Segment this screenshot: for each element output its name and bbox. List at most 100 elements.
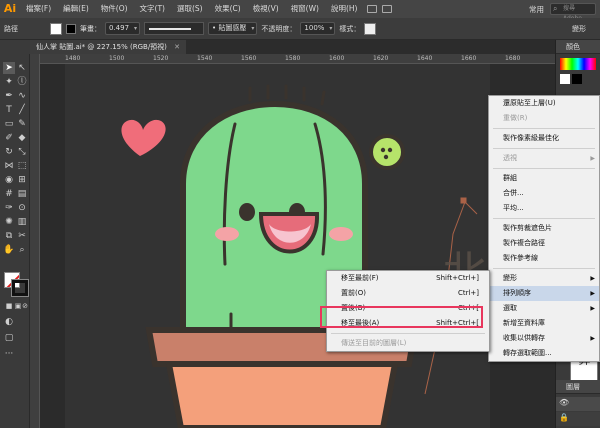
artboard-tool-icon[interactable]: ⧉ bbox=[3, 230, 15, 242]
workspace-switcher[interactable]: 常用 bbox=[529, 4, 544, 15]
fill-stroke-widget[interactable] bbox=[4, 272, 29, 297]
layer-row[interactable]: 👁 bbox=[556, 397, 600, 411]
opacity-field[interactable]: 100% bbox=[300, 22, 336, 35]
canvas[interactable]: 北鼻 bbox=[40, 64, 555, 428]
direct-selection-tool-icon[interactable]: ↖ bbox=[16, 62, 28, 74]
stroke-weight-field[interactable]: 0.497 bbox=[105, 22, 141, 35]
menu-option: 重做(R) bbox=[489, 111, 599, 126]
menu-option-label: 置前(O) bbox=[341, 289, 366, 297]
highlight-annotation bbox=[320, 306, 483, 328]
curvature-tool-icon[interactable]: ∿ bbox=[16, 90, 28, 102]
close-tab-icon[interactable]: ✕ bbox=[174, 43, 180, 51]
eraser-tool-icon[interactable]: ◆ bbox=[16, 132, 28, 144]
stroke-label: 筆畫： bbox=[80, 24, 101, 33]
menu-option[interactable]: 轉存選取範圍... bbox=[489, 346, 599, 361]
gradient-tool-icon[interactable]: ▤ bbox=[16, 188, 28, 200]
zoom-tool-icon[interactable]: ⌕ bbox=[16, 244, 28, 256]
ruler-tick-label: 1620 bbox=[373, 55, 389, 62]
column-graph-tool-icon[interactable]: ▥ bbox=[16, 216, 28, 228]
paintbrush-tool-icon[interactable]: ✎ bbox=[16, 118, 28, 130]
edit-toolbar-icon[interactable]: ··· bbox=[3, 348, 15, 360]
fill-swatch[interactable] bbox=[50, 22, 62, 35]
scale-tool-icon[interactable]: ⤡ bbox=[16, 146, 28, 158]
shaper-tool-icon[interactable]: ✐ bbox=[3, 132, 15, 144]
menu-item[interactable]: 檔案(F) bbox=[20, 0, 57, 18]
menu-option-label: 透視 bbox=[503, 154, 517, 162]
rotate-tool-icon[interactable]: ↻ bbox=[3, 146, 15, 158]
slice-tool-icon[interactable]: ✂ bbox=[16, 230, 28, 242]
hand-tool-icon[interactable]: ✋ bbox=[3, 244, 15, 256]
menu-option[interactable]: 選取 ▶ bbox=[489, 301, 599, 316]
menu-separator bbox=[493, 268, 595, 269]
menu-option[interactable]: 製作複合路徑 bbox=[489, 236, 599, 251]
lasso-tool-icon[interactable]: ⓛ bbox=[16, 76, 28, 88]
ruler-tick-label: 1640 bbox=[417, 55, 433, 62]
line-tool-icon[interactable]: ╱ bbox=[16, 104, 28, 116]
perspective-grid-tool-icon[interactable]: ⊞ bbox=[16, 174, 28, 186]
menu-option[interactable]: 變形 ▶ bbox=[489, 271, 599, 286]
selection-tool-icon[interactable]: ➤ bbox=[3, 62, 15, 74]
search-input[interactable]: 搜尋 Adobe bbox=[550, 3, 596, 22]
menu-option[interactable]: 置前(O) Ctrl+] bbox=[327, 286, 489, 301]
arrange-documents-icon[interactable] bbox=[382, 5, 393, 13]
menu-shortcut: Ctrl+] bbox=[457, 289, 479, 297]
white-swatch[interactable] bbox=[560, 74, 570, 84]
document-tab[interactable]: 仙人掌 貼圖.ai* @ 227.15% (RGB/預視) ✕ bbox=[30, 40, 187, 54]
menu-option-label: 新增至資料庫 bbox=[503, 319, 545, 327]
menu-option[interactable]: 製作像素級最佳化 bbox=[489, 131, 599, 146]
draw-mode-icon[interactable]: ◐ bbox=[3, 316, 15, 328]
width-tool-icon[interactable]: ⋈ bbox=[3, 160, 15, 172]
symbol-sprayer-tool-icon[interactable]: ✺ bbox=[3, 216, 15, 228]
type-tool-icon[interactable]: T bbox=[3, 104, 15, 116]
pen-tool-icon[interactable]: ✒ bbox=[3, 90, 15, 102]
tab-color[interactable]: 顏色 bbox=[556, 40, 600, 54]
eyedropper-tool-icon[interactable]: ✑ bbox=[3, 202, 15, 214]
heart-shape bbox=[121, 119, 166, 156]
blend-tool-icon[interactable]: ⊙ bbox=[16, 202, 28, 214]
menu-option[interactable]: 新增至資料庫 bbox=[489, 316, 599, 331]
transform-link[interactable]: 變形 bbox=[572, 24, 586, 34]
free-transform-tool-icon[interactable]: ⬚ bbox=[16, 160, 28, 172]
mesh-tool-icon[interactable]: # bbox=[3, 188, 15, 200]
magic-wand-tool-icon[interactable]: ✦ bbox=[3, 76, 15, 88]
stroke-box[interactable] bbox=[11, 279, 29, 297]
bridge-icon[interactable] bbox=[367, 5, 378, 13]
shape-builder-tool-icon[interactable]: ◉ bbox=[3, 174, 15, 186]
variable-width-profile[interactable] bbox=[144, 22, 205, 35]
lock-icon[interactable]: 🔒 bbox=[559, 413, 569, 422]
none-mode-icon[interactable]: ⊘ bbox=[21, 300, 29, 312]
tab-layers[interactable]: 圖層 bbox=[556, 380, 600, 394]
cactus-artwork[interactable]: 北鼻 bbox=[65, 64, 490, 428]
ruler-tick-label: 1480 bbox=[65, 55, 81, 62]
menu-item[interactable]: 檢視(V) bbox=[247, 0, 285, 18]
brush-definition-dropdown[interactable]: • 貼圖感壓 bbox=[208, 22, 258, 35]
menu-option[interactable]: 製作參考線 bbox=[489, 251, 599, 266]
toolbox: ➤ ↖ ✦ ⓛ ✒ ∿ T ╱ ▭ ✎ ✐ ◆ ↻ ⤡ ⋈ ⬚ ◉ ⊞ # ▤ … bbox=[0, 54, 30, 428]
menu-item[interactable]: 文字(T) bbox=[134, 0, 171, 18]
graphic-style-swatch[interactable] bbox=[364, 22, 377, 35]
menu-item[interactable]: 效果(C) bbox=[209, 0, 247, 18]
menu-option[interactable]: 收集以供轉存 ▶ bbox=[489, 331, 599, 346]
menu-item[interactable]: 說明(H) bbox=[325, 0, 364, 18]
ruler-tick-label: 1680 bbox=[505, 55, 521, 62]
screen-mode-icon[interactable]: ▢ bbox=[3, 332, 15, 344]
black-swatch[interactable] bbox=[572, 74, 582, 84]
menu-option[interactable]: 製作剪裁遮色片 bbox=[489, 221, 599, 236]
menu-item[interactable]: 選取(S) bbox=[171, 0, 209, 18]
menu-option[interactable]: 排列順序 ▶ bbox=[489, 286, 599, 301]
menu-option[interactable]: 移至最前(F) Shift+Ctrl+] bbox=[327, 271, 489, 286]
submenu-arrow-icon: ▶ bbox=[590, 290, 595, 297]
color-spectrum[interactable] bbox=[560, 58, 596, 70]
stroke-swatch[interactable] bbox=[66, 23, 76, 34]
menu-option[interactable]: 群組 bbox=[489, 171, 599, 186]
menu-item[interactable]: 物件(O) bbox=[95, 0, 134, 18]
rectangle-tool-icon[interactable]: ▭ bbox=[3, 118, 15, 130]
menu-item[interactable]: 編輯(E) bbox=[57, 0, 95, 18]
menu-separator bbox=[331, 333, 485, 334]
visibility-eye-icon[interactable]: 👁 bbox=[559, 398, 569, 407]
menu-option[interactable]: 平均... bbox=[489, 201, 599, 216]
menu-item[interactable]: 視窗(W) bbox=[285, 0, 325, 18]
menu-option[interactable]: 還原貼至上層(U) bbox=[489, 96, 599, 111]
layer-lock-row[interactable]: 🔒 bbox=[556, 412, 600, 426]
menu-option[interactable]: 合併... bbox=[489, 186, 599, 201]
